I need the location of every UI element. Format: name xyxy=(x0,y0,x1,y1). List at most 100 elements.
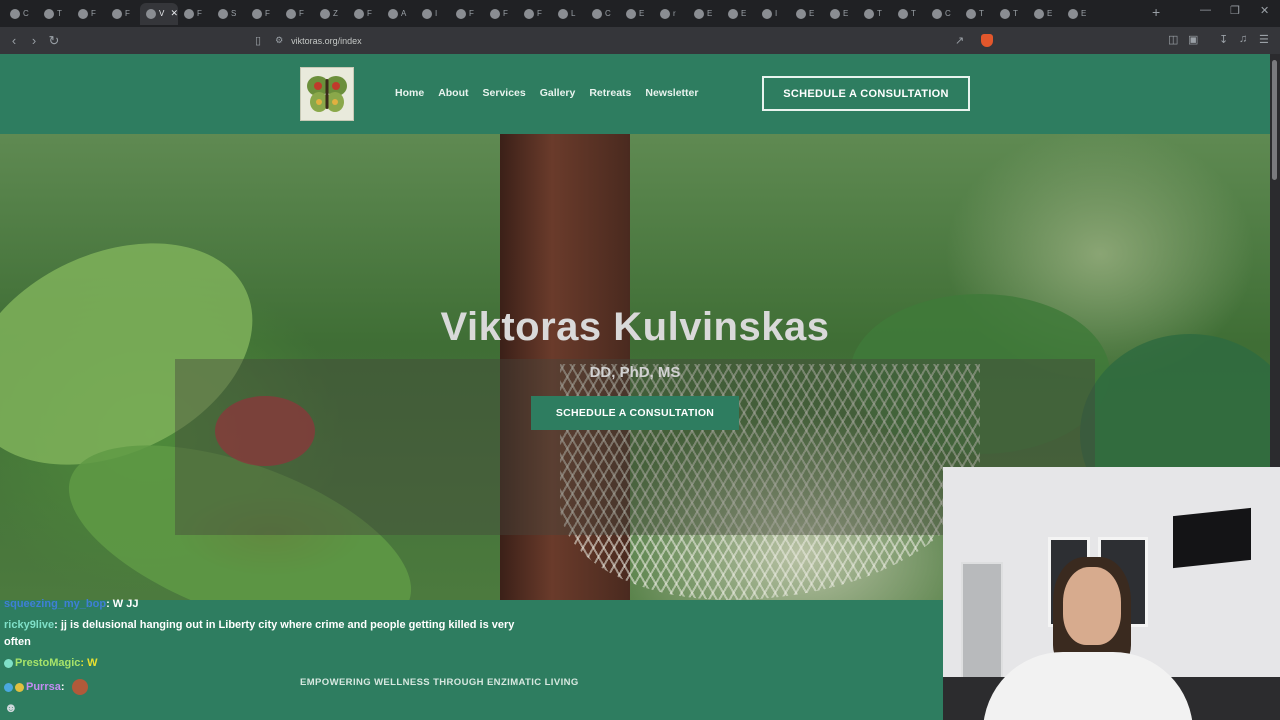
browser-tab[interactable]: F xyxy=(106,3,140,25)
reload-icon[interactable]: ↻ xyxy=(44,33,64,49)
brave-shield-icon[interactable] xyxy=(981,34,993,47)
tab-title: I xyxy=(435,9,438,18)
tab-favicon-icon xyxy=(252,8,262,19)
browser-tab[interactable]: E xyxy=(1028,3,1062,25)
tab-title: S xyxy=(231,9,237,18)
nav-newsletter[interactable]: Newsletter xyxy=(645,87,698,99)
tab-favicon-icon xyxy=(932,8,942,19)
nav-services[interactable]: Services xyxy=(483,87,526,99)
chat-emote-icon xyxy=(71,679,88,695)
tab-title: E xyxy=(741,9,747,18)
chat-username: ricky9live xyxy=(4,619,55,631)
browser-tab[interactable]: C xyxy=(926,3,960,25)
hero-schedule-button[interactable]: SCHEDULE A CONSULTATION xyxy=(531,396,739,430)
tab-title: E xyxy=(809,9,815,18)
tab-title: T xyxy=(979,9,984,18)
browser-tab[interactable]: S xyxy=(212,3,246,25)
tab-favicon-icon xyxy=(1068,8,1078,19)
browser-tab[interactable]: I xyxy=(416,3,450,25)
close-window-icon[interactable]: ✕ xyxy=(1260,4,1269,17)
browser-tab[interactable]: E xyxy=(1062,3,1096,25)
tab-favicon-icon xyxy=(694,8,704,19)
tab-title: C xyxy=(23,9,29,18)
restore-icon[interactable]: ❐ xyxy=(1230,4,1240,17)
chat-text: : W JJ xyxy=(106,598,139,610)
chat-message: squeezing_my_bop: W JJ xyxy=(4,598,138,610)
butterfly-logo[interactable] xyxy=(300,67,354,121)
browser-tab-strip: C T F F V ✕ F S F F Z F A I F F F L C Er E E I E E T T C T T E E xyxy=(0,0,1280,27)
browser-tab[interactable]: C xyxy=(586,3,620,25)
nav-about[interactable]: About xyxy=(438,87,468,99)
tab-favicon-icon xyxy=(286,8,296,19)
browser-tab[interactable]: A xyxy=(382,3,416,25)
extensions-icon[interactable]: ◫ xyxy=(1168,33,1178,46)
tab-favicon-icon xyxy=(1034,8,1044,19)
forward-icon[interactable]: › xyxy=(24,33,44,48)
tab-title: F xyxy=(125,9,130,18)
scrollbar-thumb[interactable] xyxy=(1272,60,1277,180)
tab-favicon-icon xyxy=(864,8,874,19)
tab-favicon-icon xyxy=(626,8,636,19)
tab-title: E xyxy=(707,9,713,18)
browser-tab[interactable]: E xyxy=(722,3,756,25)
tab-favicon-icon xyxy=(762,8,772,19)
chat-message: PrestoMagic: W xyxy=(4,657,98,669)
browser-tab[interactable]: E xyxy=(824,3,858,25)
butterfly-icon xyxy=(307,76,347,112)
browser-tab[interactable]: C xyxy=(4,3,38,25)
nav-retreats[interactable]: Retreats xyxy=(589,87,631,99)
tab-favicon-icon xyxy=(524,8,534,19)
chat-username: squeezing_my_bop xyxy=(4,598,107,610)
browser-tab[interactable]: T xyxy=(994,3,1028,25)
browser-tab[interactable]: T xyxy=(38,3,72,25)
browser-tab[interactable]: T xyxy=(960,3,994,25)
browser-tab[interactable]: F xyxy=(246,3,280,25)
tab-favicon-icon xyxy=(966,8,976,19)
browser-tab[interactable]: F xyxy=(348,3,382,25)
browser-tab[interactable]: T xyxy=(858,3,892,25)
tab-favicon-icon xyxy=(830,8,840,19)
address-bar[interactable]: ▯ ⚙ viktoras.org/index ↗ xyxy=(255,30,1000,51)
bookmark-icon[interactable]: ▯ xyxy=(255,34,261,47)
browser-toolbar: ‹ › ↻ ▯ ⚙ viktoras.org/index ↗ ◫ ▣ ↧ ♫ ☰ xyxy=(0,27,1280,54)
back-icon[interactable]: ‹ xyxy=(4,33,24,48)
tab-close-icon[interactable]: ✕ xyxy=(170,8,178,19)
browser-tab[interactable]: F xyxy=(72,3,106,25)
chat-message: Purrsa: xyxy=(4,679,88,695)
chat-text: : jj is delusional hanging out in Libert… xyxy=(54,619,515,631)
browser-tab[interactable]: Z xyxy=(314,3,348,25)
download-icon[interactable]: ↧ xyxy=(1219,33,1228,46)
browser-tab[interactable]: V ✕ xyxy=(140,2,178,25)
main-nav: Home About Services Gallery Retreats New… xyxy=(395,87,698,99)
tab-title: C xyxy=(945,9,951,18)
browser-tab[interactable]: I xyxy=(756,3,790,25)
browser-tab[interactable]: F xyxy=(450,3,484,25)
browser-tab[interactable]: L xyxy=(552,3,586,25)
media-icon[interactable]: ♫ xyxy=(1239,33,1247,45)
browser-tab[interactable]: F xyxy=(484,3,518,25)
site-info-icon[interactable]: ⚙ xyxy=(275,35,283,46)
url-text[interactable]: viktoras.org/index xyxy=(291,36,362,46)
share-icon[interactable]: ↗ xyxy=(955,34,964,47)
tab-favicon-icon xyxy=(354,8,364,19)
browser-tab[interactable]: E xyxy=(688,3,722,25)
tab-title: V xyxy=(159,9,165,18)
browser-tab[interactable]: E xyxy=(620,3,654,25)
nav-gallery[interactable]: Gallery xyxy=(540,87,576,99)
tab-favicon-icon xyxy=(660,8,670,19)
minimize-icon[interactable]: — xyxy=(1200,4,1211,16)
browser-tab[interactable]: T xyxy=(892,3,926,25)
tab-favicon-icon xyxy=(898,8,908,19)
nav-home[interactable]: Home xyxy=(395,87,424,99)
new-tab-button[interactable]: + xyxy=(1152,4,1160,20)
chat-message: ☻ xyxy=(4,700,18,715)
browser-tab[interactable]: E xyxy=(790,3,824,25)
browser-tab[interactable]: r xyxy=(654,3,688,25)
header-schedule-button[interactable]: SCHEDULE A CONSULTATION xyxy=(762,76,970,111)
streamer-face xyxy=(1063,567,1121,645)
browser-tab[interactable]: F xyxy=(518,3,552,25)
sidebar-icon[interactable]: ▣ xyxy=(1188,33,1198,46)
browser-tab[interactable]: F xyxy=(280,3,314,25)
menu-icon[interactable]: ☰ xyxy=(1259,33,1269,46)
browser-tab[interactable]: F xyxy=(178,3,212,25)
